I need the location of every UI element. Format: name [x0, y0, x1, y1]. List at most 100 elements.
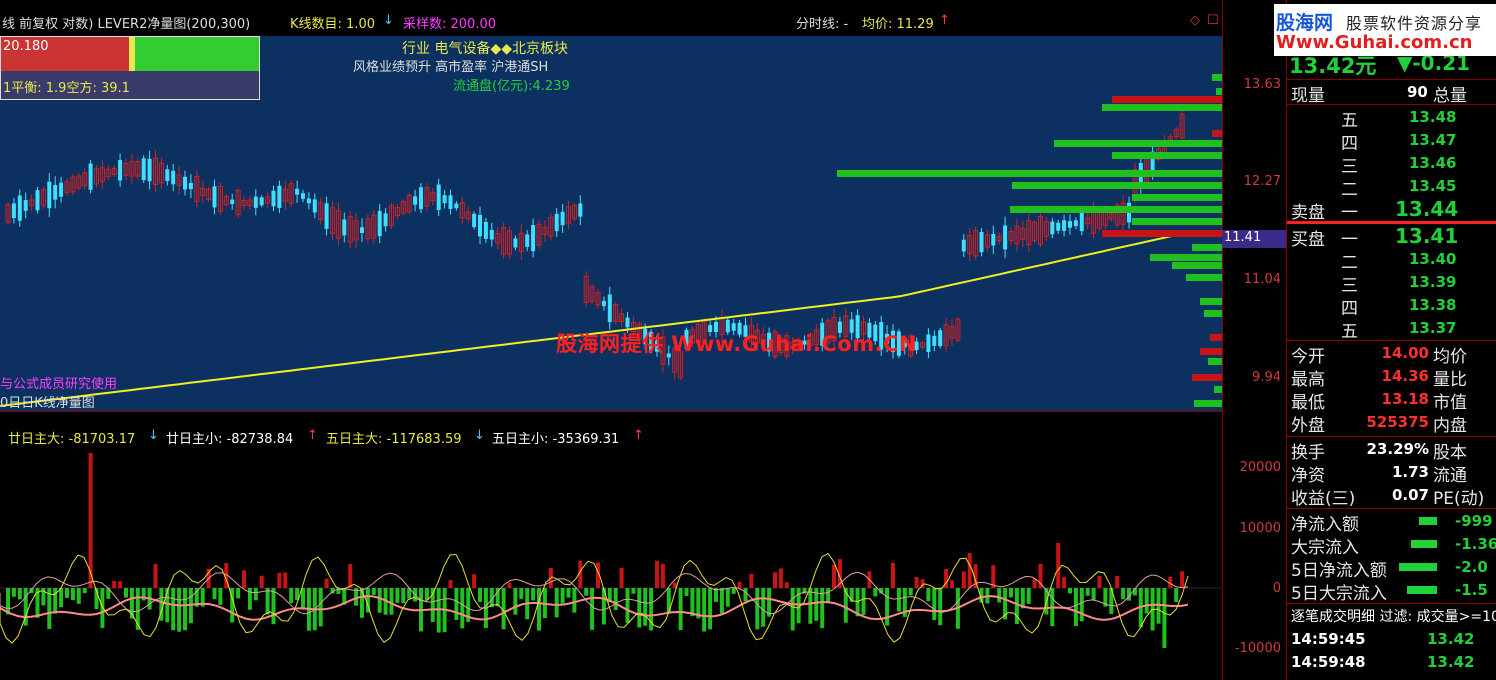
net-volume-bar: [708, 588, 713, 630]
candle-body: [472, 213, 477, 228]
net-volume-bar: [908, 588, 913, 596]
volume-profile-bar: [1012, 182, 1222, 189]
candle-body: [489, 229, 494, 240]
volume-tick: 10000: [1239, 521, 1281, 536]
candle-body: [961, 239, 966, 252]
net-volume-bar: [401, 588, 406, 604]
sell-level-row[interactable]: 二 13.45: [1287, 175, 1496, 200]
logo-tagline: 股票软件资源分享: [1346, 14, 1483, 33]
buy-level-row[interactable]: 三 13.39: [1287, 271, 1496, 296]
buy-level-row[interactable]: 二 13.40: [1287, 248, 1496, 273]
level-label: 三: [1341, 157, 1358, 177]
net-volume-bar: [17, 588, 22, 600]
net-volume-bar: [519, 588, 524, 599]
net-volume-bar: [761, 588, 766, 627]
net-volume-bar: [808, 588, 813, 624]
level-price: 13.48: [1409, 108, 1457, 126]
sell-level-row[interactable]: 五 13.48: [1287, 106, 1496, 131]
flow-label: 5日净流入额: [1291, 561, 1387, 581]
tick-price: 13.42: [1427, 653, 1475, 671]
candle-body: [171, 170, 176, 185]
net-volume-bar: [702, 588, 707, 632]
net-volume-bar: [218, 588, 223, 605]
volume-profile-bar: [1102, 104, 1222, 111]
volume-profile-bar: [1132, 194, 1222, 201]
volume-profile-bar: [1102, 230, 1222, 237]
net-volume-bar: [1162, 588, 1167, 648]
ma-line: [0, 231, 1191, 407]
price-tick: 13.63: [1243, 77, 1281, 92]
flow-bar: [1419, 517, 1437, 525]
chart-header-bar: 线 前复权 对数) LEVER2净量图(200,300) K线数目: 1.00 …: [0, 0, 1222, 36]
tick-row: 14:59:48 13.42: [1287, 651, 1496, 674]
ticks-header[interactable]: 逐笔成交明细 过滤: 成交量>=10: [1291, 606, 1496, 626]
volume-profile-bar: [1208, 358, 1222, 365]
stat-row: 最高 14.36 量比: [1287, 365, 1496, 390]
divider: [1287, 603, 1496, 604]
stat-label-2: 量比: [1433, 370, 1467, 390]
candle-body: [301, 193, 305, 199]
net-volume-bar: [725, 588, 730, 607]
flow-bar: [1399, 563, 1437, 571]
stat-label: 最高: [1291, 370, 1325, 390]
volume-profile-bar: [1212, 130, 1222, 137]
candle-body: [513, 238, 518, 248]
diamond-icon[interactable]: ◇: [1190, 13, 1200, 28]
stat-row: 收益(三) 0.07 PE(动): [1287, 484, 1496, 509]
net-volume-bar: [1121, 588, 1126, 600]
buy-level-row[interactable]: 五 13.37: [1287, 317, 1496, 342]
sell-level-row[interactable]: 三 13.46: [1287, 152, 1496, 177]
net-volume-bar: [584, 588, 589, 596]
candle-body: [413, 196, 418, 205]
net-volume-bar: [773, 572, 777, 588]
net-volume-bar: [59, 588, 64, 608]
volume-profile-bar: [1192, 244, 1222, 251]
flow-bar: [1411, 540, 1437, 548]
net-volume-bar: [590, 588, 595, 630]
candle-body: [1062, 220, 1067, 231]
net-volume-bar: [950, 580, 954, 588]
net-volume-bar: [271, 588, 276, 625]
candle-body: [88, 163, 93, 190]
tick-row: 14:59:45 13.42: [1287, 628, 1496, 651]
net-volume-chart[interactable]: [0, 426, 1222, 680]
net-volume-bar: [212, 588, 217, 600]
buy-level-row[interactable]: 四 13.38: [1287, 294, 1496, 319]
flow-row: 5日净流入额 -2.0: [1287, 556, 1496, 581]
stat-row: 外盘 525375 内盘: [1287, 411, 1496, 436]
candle-body: [383, 213, 388, 227]
candle-body: [59, 182, 64, 197]
sell1-row[interactable]: 卖盘 一 13.44: [1287, 197, 1496, 223]
net-volume-bar: [690, 588, 695, 617]
volume-profile-bar: [1214, 386, 1222, 393]
net-volume-bar: [277, 572, 282, 588]
divider: [1287, 508, 1496, 509]
flow-row: 净流入额 -999: [1287, 510, 1496, 535]
net-volume-bar: [1085, 588, 1090, 596]
net-volume-bar: [318, 588, 323, 627]
restore-icon[interactable]: ☐: [1207, 13, 1219, 28]
sub-label-2: 廿日主小: -82738.84: [166, 432, 294, 447]
net-volume-bar: [631, 588, 636, 594]
candle-body: [560, 211, 565, 226]
stat-label: 收益(三): [1291, 489, 1356, 509]
candle-body: [1056, 222, 1061, 231]
sell-level-row[interactable]: 四 13.47: [1287, 129, 1496, 154]
candle-body: [188, 182, 193, 190]
net-volume-bar: [253, 588, 258, 601]
divider: [1287, 104, 1496, 105]
net-volume-bar: [448, 580, 453, 588]
buy1-row[interactable]: 买盘 一 13.41: [1287, 224, 1496, 250]
avg-price-label: 均价: 11.29: [862, 17, 934, 32]
volume-profile-bar: [1204, 310, 1222, 317]
net-volume-bar: [731, 588, 736, 594]
net-volume-bar: [997, 588, 1002, 603]
stat-label: 今开: [1291, 347, 1325, 367]
stat-value: 0.07: [1391, 486, 1429, 504]
candle-body: [183, 176, 187, 190]
net-volume-bar: [873, 588, 878, 597]
volume-profile-bar: [837, 170, 1222, 177]
net-volume-bar: [53, 588, 58, 614]
net-volume-bar: [70, 588, 75, 601]
total-vol-label: 总量: [1433, 86, 1467, 106]
